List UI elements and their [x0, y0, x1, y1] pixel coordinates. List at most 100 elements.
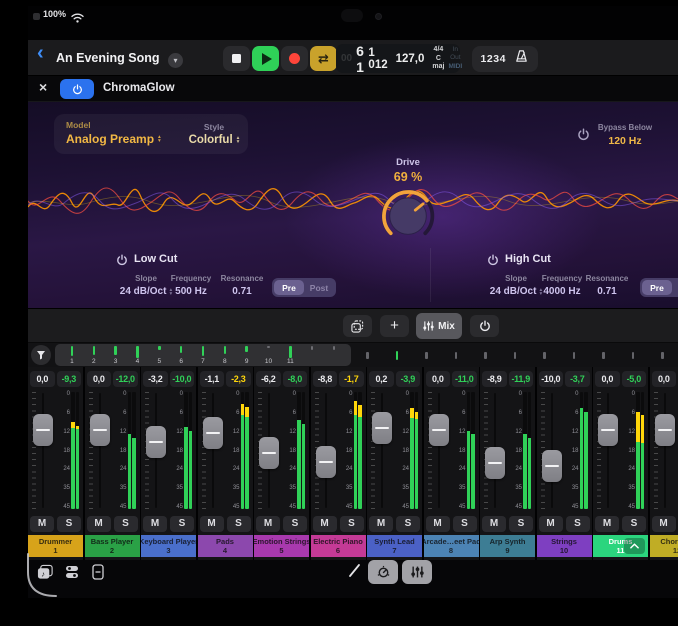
fader-db-value[interactable]: 0,0: [87, 371, 112, 387]
overview-track-tick[interactable]: [301, 344, 323, 366]
mute-button[interactable]: M: [652, 516, 676, 532]
overview-navigator[interactable]: 1234567891011: [55, 344, 351, 366]
fader-handle[interactable]: [90, 414, 110, 446]
high-cut-power-button[interactable]: [487, 254, 499, 266]
solo-button[interactable]: S: [453, 516, 477, 532]
collapse-plugin-button[interactable]: [624, 538, 645, 554]
fader-db-value[interactable]: 0,0: [426, 371, 451, 387]
solo-button[interactable]: S: [283, 516, 307, 532]
pre-segment[interactable]: Pre: [274, 280, 304, 295]
fader-handle[interactable]: [429, 414, 449, 446]
fader-handle[interactable]: [485, 447, 505, 479]
mute-button[interactable]: M: [539, 516, 563, 532]
mute-button[interactable]: M: [143, 516, 167, 532]
fader-handle[interactable]: [33, 414, 53, 446]
mixer-view-button[interactable]: [402, 560, 432, 584]
solo-button[interactable]: S: [227, 516, 251, 532]
solo-button[interactable]: S: [396, 516, 420, 532]
fader-db-value[interactable]: -8,9: [482, 371, 507, 387]
plugin-power-button[interactable]: [60, 79, 94, 99]
drive-knob[interactable]: [378, 186, 438, 251]
fader-db-value[interactable]: -3,2: [143, 371, 168, 387]
model-value[interactable]: Analog Preamp ▴▾: [66, 132, 161, 146]
low-cut-resonance-value[interactable]: 0.71: [202, 286, 282, 297]
mix-button[interactable]: Mix: [416, 313, 462, 339]
cycle-button[interactable]: ⇄: [310, 46, 337, 71]
fader-handle[interactable]: [316, 446, 336, 478]
loop-browser-icon[interactable]: ♪: [37, 564, 54, 585]
post-segment[interactable]: Post: [672, 280, 678, 295]
mute-button[interactable]: M: [200, 516, 224, 532]
pre-segment[interactable]: Pre: [642, 280, 672, 295]
song-menu-chevron-icon[interactable]: ▾: [168, 53, 183, 68]
overview-track-tick[interactable]: 1: [61, 344, 83, 366]
track-name-tag[interactable]: Emotion Strings 5: [254, 535, 309, 557]
overview-track-tick[interactable]: 8: [214, 344, 236, 366]
song-title[interactable]: An Evening Song: [56, 51, 159, 65]
lcd-display[interactable]: 00 6 1 1 012 127,0 4/4 C maj In Out MIDI: [336, 44, 460, 73]
overview-track-tick[interactable]: 3: [105, 344, 127, 366]
overview-track-tick[interactable]: [323, 344, 345, 366]
back-button[interactable]: ‹: [37, 43, 44, 63]
fader-db-value[interactable]: -1,1: [200, 371, 225, 387]
overview-track-tick[interactable]: 6: [170, 344, 192, 366]
mute-button[interactable]: M: [369, 516, 393, 532]
track-name-tag[interactable]: Strings 10: [537, 535, 592, 557]
edit-pencil-icon[interactable]: [347, 563, 362, 584]
track-name-tag[interactable]: Electric Piano 6: [311, 535, 366, 557]
fader-handle[interactable]: [146, 426, 166, 458]
solo-button[interactable]: S: [340, 516, 364, 532]
fader-db-value[interactable]: -8,8: [313, 371, 338, 387]
add-plugin-button[interactable]: +: [380, 315, 409, 337]
solo-button[interactable]: S: [566, 516, 590, 532]
mute-button[interactable]: M: [595, 516, 619, 532]
overview-track-tick[interactable]: 7: [192, 344, 214, 366]
solo-button[interactable]: S: [622, 516, 646, 532]
low-cut-power-button[interactable]: [116, 254, 128, 266]
track-name-tag[interactable]: Arp Synth 9: [480, 535, 535, 557]
overview-track-tick[interactable]: 5: [148, 344, 170, 366]
overview-track-tick[interactable]: 4: [127, 344, 149, 366]
play-button[interactable]: [252, 46, 279, 71]
track-name-tag[interactable]: Keyboard Player 3: [141, 535, 196, 557]
filter-tracks-button[interactable]: [31, 345, 51, 365]
fader-handle[interactable]: [203, 417, 223, 449]
overview-track-tick[interactable]: 11: [279, 344, 301, 366]
fader-db-value[interactable]: -6,2: [256, 371, 281, 387]
stop-button[interactable]: [223, 46, 250, 71]
fader-handle[interactable]: [598, 414, 618, 446]
overview-track-tick[interactable]: 9: [236, 344, 258, 366]
high-cut-resonance-value[interactable]: 0.71: [567, 286, 647, 297]
plugin-tiles-button[interactable]: [343, 315, 372, 337]
fader-db-value[interactable]: -10,0: [539, 371, 564, 387]
mute-button[interactable]: M: [30, 516, 54, 532]
mixer-power-button[interactable]: [470, 315, 499, 337]
solo-button[interactable]: S: [170, 516, 194, 532]
metronome-icon[interactable]: [514, 49, 529, 69]
overview-offscreen-tracks[interactable]: [356, 344, 674, 366]
smart-controls-button[interactable]: [368, 560, 398, 584]
mute-button[interactable]: M: [482, 516, 506, 532]
mute-button[interactable]: M: [313, 516, 337, 532]
fader-handle[interactable]: [372, 412, 392, 444]
level-value[interactable]: 0.0: [658, 135, 678, 147]
record-button[interactable]: [281, 46, 308, 71]
channel-strip-inspector-icon[interactable]: [92, 564, 104, 585]
track-name-tag[interactable]: Pads 4: [198, 535, 253, 557]
mute-button[interactable]: M: [87, 516, 111, 532]
track-name-tag[interactable]: Bass Player 2: [85, 535, 140, 557]
browser-icon[interactable]: [64, 564, 80, 585]
track-name-tag[interactable]: Chorus V 12: [650, 535, 678, 557]
fader-db-value[interactable]: 0,2: [369, 371, 394, 387]
style-value[interactable]: Colorful ▴▾: [164, 134, 264, 146]
post-segment[interactable]: Post: [304, 280, 334, 295]
track-name-tag[interactable]: Arcade…eet Pad 8: [424, 535, 479, 557]
solo-button[interactable]: S: [57, 516, 81, 532]
overview-track-tick[interactable]: 10: [258, 344, 280, 366]
mute-button[interactable]: M: [256, 516, 280, 532]
overview-track-tick[interactable]: 2: [83, 344, 105, 366]
track-name-tag[interactable]: Synth Lead 7: [367, 535, 422, 557]
solo-button[interactable]: S: [509, 516, 533, 532]
track-name-tag[interactable]: Drums 11: [593, 535, 648, 557]
track-name-tag[interactable]: Drummer 1: [28, 535, 83, 557]
